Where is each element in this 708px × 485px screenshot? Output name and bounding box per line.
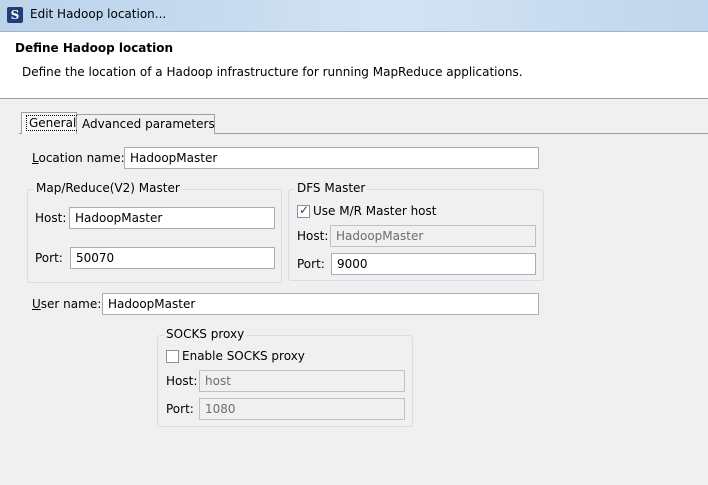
header-description: Define the location of a Hadoop infrastr… (22, 65, 523, 79)
tab-general[interactable]: General (21, 112, 80, 134)
dfs-port-input[interactable]: 9000 (331, 253, 536, 275)
mapreduce-port-input[interactable]: 50070 (70, 247, 275, 269)
socks-port-input[interactable]: 1080 (199, 398, 405, 420)
location-name-label: Location name: (32, 151, 125, 165)
socks-proxy-title: SOCKS proxy (164, 327, 247, 341)
tab-advanced-parameters[interactable]: Advanced parameters (77, 114, 215, 134)
dialog-header: Define Hadoop location Define the locati… (0, 32, 708, 99)
eclipse-app-icon: S (7, 7, 23, 23)
dfs-master-title: DFS Master (295, 181, 368, 195)
mapreduce-host-label: Host: (35, 211, 67, 225)
dfs-host-input[interactable]: HadoopMaster (330, 225, 536, 247)
window-title: Edit Hadoop location... (30, 7, 167, 21)
tab-general-label: General (26, 115, 80, 131)
user-name-input[interactable]: HadoopMaster (102, 293, 539, 315)
tab-advanced-label: Advanced parameters (82, 117, 215, 131)
socks-host-label: Host: (166, 374, 198, 388)
mapreduce-master-title: Map/Reduce(V2) Master (34, 181, 182, 195)
dfs-host-label: Host: (297, 229, 329, 243)
use-mr-host-label[interactable]: Use M/R Master host (313, 204, 436, 218)
user-name-label: User name: (32, 297, 102, 311)
window-title-bar[interactable]: S Edit Hadoop location... (0, 0, 708, 32)
socks-port-label: Port: (166, 402, 194, 416)
mapreduce-port-label: Port: (35, 251, 63, 265)
mapreduce-host-input[interactable]: HadoopMaster (69, 207, 275, 229)
enable-socks-checkbox[interactable] (166, 350, 179, 363)
use-mr-host-checkbox[interactable] (297, 203, 310, 218)
location-name-input[interactable]: HadoopMaster (124, 147, 539, 169)
dfs-port-label: Port: (297, 257, 325, 271)
header-title: Define Hadoop location (15, 41, 174, 55)
enable-socks-label[interactable]: Enable SOCKS proxy (182, 349, 305, 363)
socks-host-input[interactable]: host (199, 370, 405, 392)
